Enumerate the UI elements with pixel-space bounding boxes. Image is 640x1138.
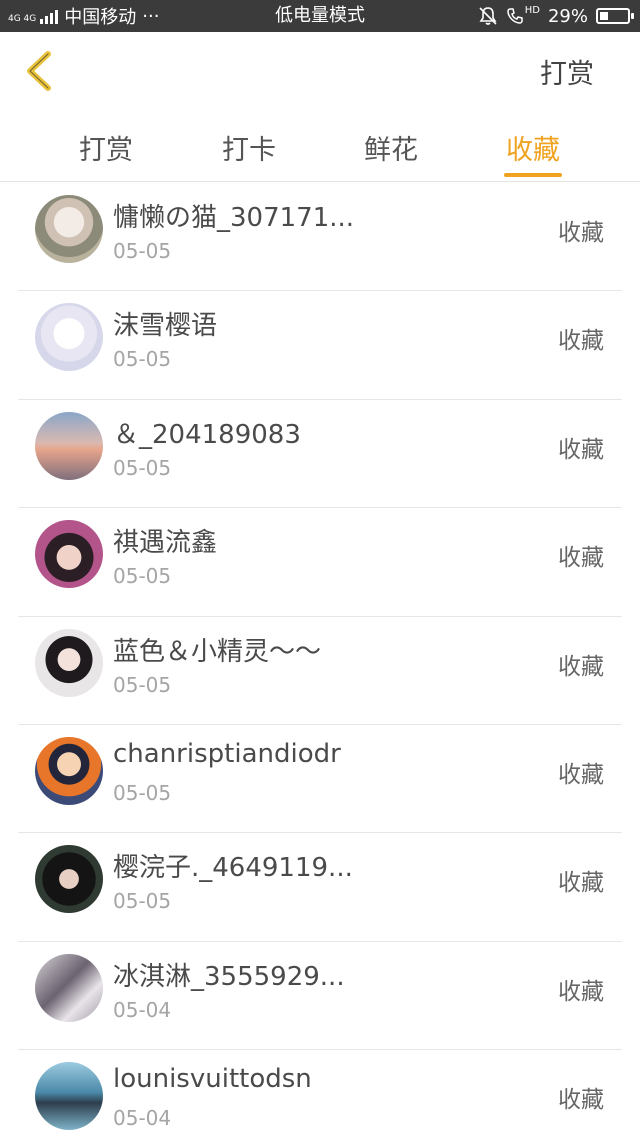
network-type: 4G 4G bbox=[8, 14, 37, 24]
item-date: 05-04 bbox=[113, 997, 172, 1022]
avatar bbox=[35, 520, 103, 589]
list-item[interactable]: 慵懒の猫_307171... 05-05 收藏 bbox=[18, 183, 622, 292]
call-hd-icon: HD bbox=[506, 4, 540, 25]
list-item[interactable]: lounisvuittodsn 05-04 收藏 bbox=[18, 1050, 622, 1138]
avatar bbox=[35, 1062, 103, 1131]
hd-label: HD bbox=[524, 4, 540, 16]
header: 打赏 bbox=[0, 32, 640, 110]
avatar bbox=[35, 845, 103, 914]
list-item[interactable]: chanrisptiandiodr 05-05 收藏 bbox=[18, 725, 622, 834]
item-action: 收藏 bbox=[558, 436, 604, 463]
item-action: 收藏 bbox=[558, 761, 604, 788]
user-name: 樱浣子._4649119... bbox=[113, 853, 353, 884]
item-date: 05-05 bbox=[113, 239, 172, 263]
item-action: 收藏 bbox=[558, 220, 604, 246]
item-action: 收藏 bbox=[558, 545, 604, 572]
item-action: 收藏 bbox=[558, 1087, 604, 1114]
user-name: 冰淇淋_3555929... bbox=[113, 961, 345, 992]
avatar bbox=[35, 303, 103, 372]
item-action: 收藏 bbox=[558, 978, 604, 1005]
user-name: 蓝色＆小精灵～～ bbox=[113, 636, 322, 667]
item-date: 05-05 bbox=[113, 889, 172, 914]
item-date: 05-05 bbox=[113, 564, 172, 589]
user-name: 祺遇流鑫 bbox=[113, 528, 218, 559]
battery-icon bbox=[596, 8, 634, 24]
user-name: ＆_204189083 bbox=[113, 419, 301, 450]
avatar bbox=[35, 411, 103, 480]
item-date: 05-05 bbox=[113, 455, 172, 480]
item-date: 05-04 bbox=[113, 1106, 172, 1131]
user-name: 慵懒の猫_307171... bbox=[113, 203, 355, 233]
status-left: 4G 4G 中国移动 ··· bbox=[8, 0, 159, 32]
item-date: 05-05 bbox=[113, 672, 172, 697]
avatar bbox=[35, 628, 103, 697]
tab-favorites[interactable]: 收藏 bbox=[488, 128, 578, 167]
tab-flowers[interactable]: 鲜花 bbox=[346, 128, 436, 167]
mute-bell-icon bbox=[479, 7, 497, 25]
avatar bbox=[35, 953, 103, 1022]
item-date: 05-05 bbox=[113, 780, 172, 805]
carrier-name: 中国移动 bbox=[64, 7, 137, 28]
item-action: 收藏 bbox=[558, 653, 604, 680]
item-action: 收藏 bbox=[558, 870, 604, 897]
item-date: 05-05 bbox=[113, 347, 172, 372]
user-name: chanrisptiandiodr bbox=[113, 738, 341, 769]
battery-percent: 29% bbox=[547, 5, 588, 27]
avatar bbox=[35, 736, 103, 805]
list-item[interactable]: 冰淇淋_3555929... 05-04 收藏 bbox=[18, 942, 622, 1051]
tab-checkin[interactable]: 打卡 bbox=[204, 128, 294, 167]
reward-button[interactable]: 打赏 bbox=[540, 52, 594, 91]
user-name: 沫雪樱语 bbox=[113, 311, 218, 342]
battery-fill bbox=[600, 12, 608, 20]
tab-bar: 打赏 打卡 鲜花 收藏 bbox=[0, 110, 640, 182]
status-dots: ··· bbox=[142, 5, 160, 27]
signal-icon: 4G 4G bbox=[8, 8, 59, 24]
chevron-left-icon bbox=[27, 51, 51, 91]
status-right: HD 29% bbox=[478, 0, 634, 32]
active-tab-indicator bbox=[504, 173, 562, 177]
list-item[interactable]: 樱浣子._4649119... 05-05 收藏 bbox=[18, 833, 622, 942]
back-button[interactable] bbox=[22, 50, 62, 92]
item-action: 收藏 bbox=[558, 328, 604, 355]
list-item[interactable]: 沫雪樱语 05-05 收藏 bbox=[18, 291, 622, 400]
tab-reward[interactable]: 打赏 bbox=[61, 128, 151, 167]
favorites-list: 慵懒の猫_307171... 05-05 收藏 沫雪樱语 05-05 收藏 ＆_… bbox=[0, 183, 640, 1138]
user-name: lounisvuittodsn bbox=[113, 1064, 312, 1095]
list-item[interactable]: 蓝色＆小精灵～～ 05-05 收藏 bbox=[18, 617, 622, 725]
list-item[interactable]: ＆_204189083 05-05 收藏 bbox=[18, 400, 622, 509]
avatar bbox=[35, 195, 103, 263]
status-bar: 4G 4G 中国移动 ··· 低电量模式 HD 29% bbox=[0, 0, 640, 32]
list-item[interactable]: 祺遇流鑫 05-05 收藏 bbox=[18, 508, 622, 617]
